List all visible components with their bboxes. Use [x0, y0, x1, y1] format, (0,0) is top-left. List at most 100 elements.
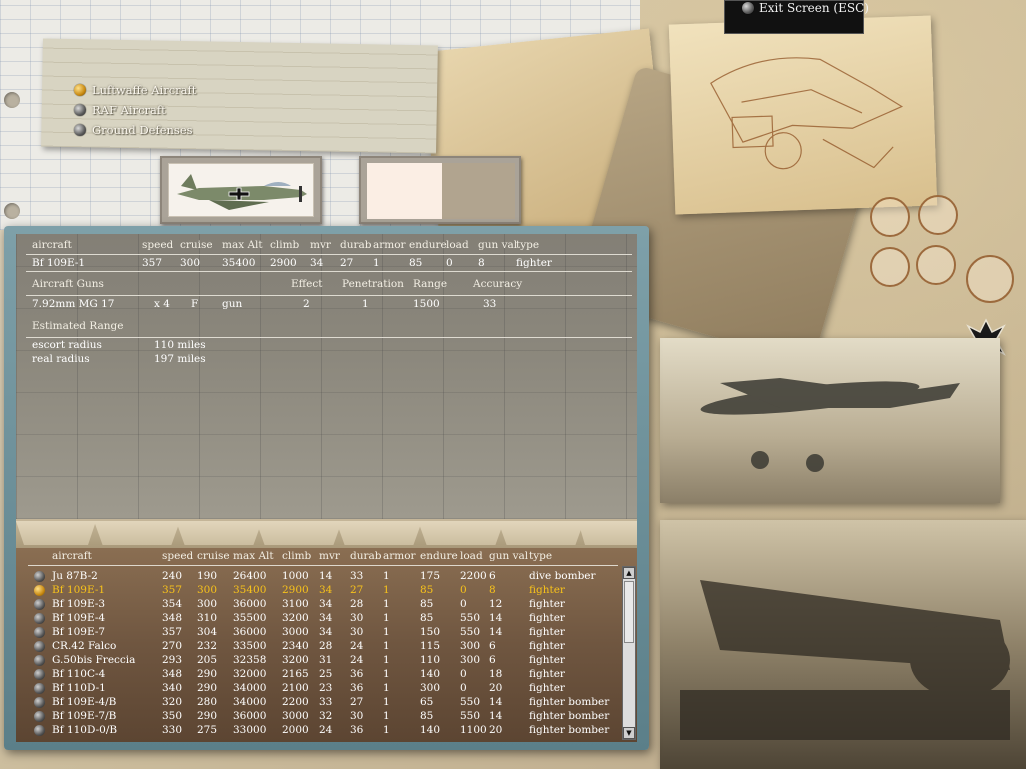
aircraft-list-row[interactable]: Bf 109E-3 354 300 36000 3100 34 28 1 85 0 12 fighte… — [16, 598, 616, 612]
guns-column-header: Aircraft Guns — [32, 278, 104, 290]
list-cell: 2340 — [282, 640, 309, 652]
list-cell: 205 — [197, 654, 218, 666]
list-cell: 34000 — [233, 682, 267, 694]
divider — [28, 565, 618, 566]
list-cell: 36 — [350, 724, 364, 736]
aircraft-list-row[interactable]: Bf 109E-1 357 300 35400 2900 34 27 1 85 0 8 fighter — [16, 584, 616, 598]
aircraft-list-row[interactable]: Bf 110C-4 348 290 32000 2165 25 36 1 140 0 18 fight… — [16, 668, 616, 682]
list-cell: 270 — [162, 640, 183, 652]
aircraft-list-row[interactable]: Bf 110D-1 340 290 34000 2100 23 36 1 300 0 20 fight… — [16, 682, 616, 696]
tab-divider — [498, 521, 584, 545]
aircraft-list-row[interactable]: Bf 110D-0/B 330 275 33000 2000 24 36 1 140 1100 20… — [16, 724, 616, 738]
list-cell: 35500 — [233, 612, 267, 624]
aircraft-list-row[interactable]: Bf 109E-4/B 320 280 34000 2200 33 27 1 65 550 14 fi… — [16, 696, 616, 710]
stats-value: 34 — [310, 257, 324, 269]
stats-column-header: aircraft — [32, 239, 72, 251]
list-cell: 1 — [383, 682, 390, 694]
list-cell: 85 — [420, 612, 434, 624]
category-ground-defenses[interactable]: Ground Defenses — [74, 120, 196, 140]
list-cell: 115 — [420, 640, 441, 652]
list-cell: 2100 — [282, 682, 309, 694]
list-cell: 1 — [383, 626, 390, 638]
list-cell: 2000 — [282, 724, 309, 736]
list-cell: 34 — [319, 584, 333, 596]
radio-bullet-icon — [34, 571, 45, 582]
gauge-cluster — [860, 195, 1020, 335]
gun-name: 7.92mm MG 17 — [32, 298, 115, 310]
list-cell: 140 — [420, 724, 441, 736]
list-cell: 12 — [489, 598, 503, 610]
list-cell: fighter — [529, 598, 565, 610]
category-luftwaffe[interactable]: Luftwaffe Aircraft — [74, 80, 196, 100]
list-cell: 32358 — [233, 654, 267, 666]
list-cell: 2165 — [282, 668, 309, 680]
list-cell: Bf 109E-3 — [52, 598, 106, 610]
list-cell: 14 — [489, 612, 503, 624]
list-cell: 27 — [350, 696, 364, 708]
list-cell: Ju 87B-2 — [52, 570, 98, 582]
scroll-down-icon[interactable]: ▼ — [623, 727, 635, 739]
list-cell: 36000 — [233, 626, 267, 638]
list-cell: 30 — [350, 612, 364, 624]
scroll-up-icon[interactable]: ▲ — [623, 567, 635, 579]
aircraft-list-row[interactable]: Bf 109E-7/B 350 290 36000 3000 32 30 1 85 550 14 fi… — [16, 710, 616, 724]
scroll-thumb[interactable] — [624, 581, 634, 643]
list-cell: 1100 — [460, 724, 487, 736]
list-column-header: gun val — [489, 550, 529, 562]
list-cell: 6 — [489, 570, 496, 582]
list-cell: Bf 109E-7/B — [52, 710, 117, 722]
gauge-icon — [870, 197, 910, 237]
aircraft-list-row[interactable]: Bf 109E-4 348 310 35500 3200 34 30 1 85 550 14 figh… — [16, 612, 616, 626]
tab-divider — [336, 521, 422, 545]
list-cell: Bf 109E-4 — [52, 612, 106, 624]
divider — [26, 254, 632, 255]
list-column-header: endure — [420, 550, 458, 562]
list-cell: fighter — [529, 612, 565, 624]
aircraft-list-row[interactable]: Ju 87B-2 240 190 26400 1000 14 33 1 175 2200 6 dive… — [16, 570, 616, 584]
list-cell: 320 — [162, 696, 183, 708]
category-label: Ground Defenses — [92, 123, 193, 137]
list-cell: 310 — [197, 612, 218, 624]
list-cell: 18 — [489, 668, 503, 680]
list-cell: 30 — [350, 710, 364, 722]
gun-range: 1500 — [413, 298, 440, 310]
stats-column-header: durab — [340, 239, 372, 251]
list-cell: 1 — [383, 584, 390, 596]
tab-divider — [176, 521, 262, 545]
radio-selected-icon — [34, 585, 45, 596]
aircraft-thumbnail[interactable] — [160, 156, 322, 224]
binder-hole — [4, 92, 20, 108]
list-cell: 110 — [420, 654, 441, 666]
panel-inner: aircraft speed cruise max Alt climb mvr durab a… — [16, 234, 637, 742]
list-scrollbar[interactable]: ▲ ▼ — [622, 566, 636, 740]
list-cell: 550 — [460, 626, 481, 638]
stats-column-header: mvr — [310, 239, 331, 251]
list-cell: 1 — [383, 598, 390, 610]
list-cell: fighter — [529, 668, 565, 680]
list-cell: 65 — [420, 696, 434, 708]
list-cell: Bf 110D-1 — [52, 682, 106, 694]
stats-value: 8 — [478, 257, 485, 269]
exit-screen-button[interactable]: Exit Screen (ESC) — [742, 0, 869, 15]
list-cell: fighter bomber — [529, 696, 610, 708]
list-cell: 350 — [162, 710, 183, 722]
list-cell: 1 — [383, 612, 390, 624]
stats-column-header: cruise — [180, 239, 213, 251]
pilot-thumbnail[interactable] — [359, 156, 521, 224]
list-cell: 3000 — [282, 626, 309, 638]
gun-accuracy: 33 — [483, 298, 497, 310]
list-cell: fighter — [529, 682, 565, 694]
list-cell: 348 — [162, 612, 183, 624]
category-raf[interactable]: RAF Aircraft — [74, 100, 196, 120]
list-cell: 33000 — [233, 724, 267, 736]
list-cell: 1 — [383, 654, 390, 666]
aircraft-list-row[interactable]: G.50bis Freccia 293 205 32358 3200 31 24 1 110 30… — [16, 654, 616, 668]
list-cell: fighter — [529, 626, 565, 638]
aircraft-list-row[interactable]: Bf 109E-7 357 304 36000 3000 34 30 1 150 550 14 fig… — [16, 626, 616, 640]
cockpit-sketch-paper — [668, 15, 938, 215]
radio-bullet-icon — [34, 669, 45, 680]
stats-column-header: type — [516, 239, 540, 251]
list-cell: 27 — [350, 584, 364, 596]
aircraft-list-row[interactable]: CR.42 Falco 270 232 33500 2340 28 24 1 115 300 6 fi… — [16, 640, 616, 654]
list-cell: 275 — [197, 724, 218, 736]
